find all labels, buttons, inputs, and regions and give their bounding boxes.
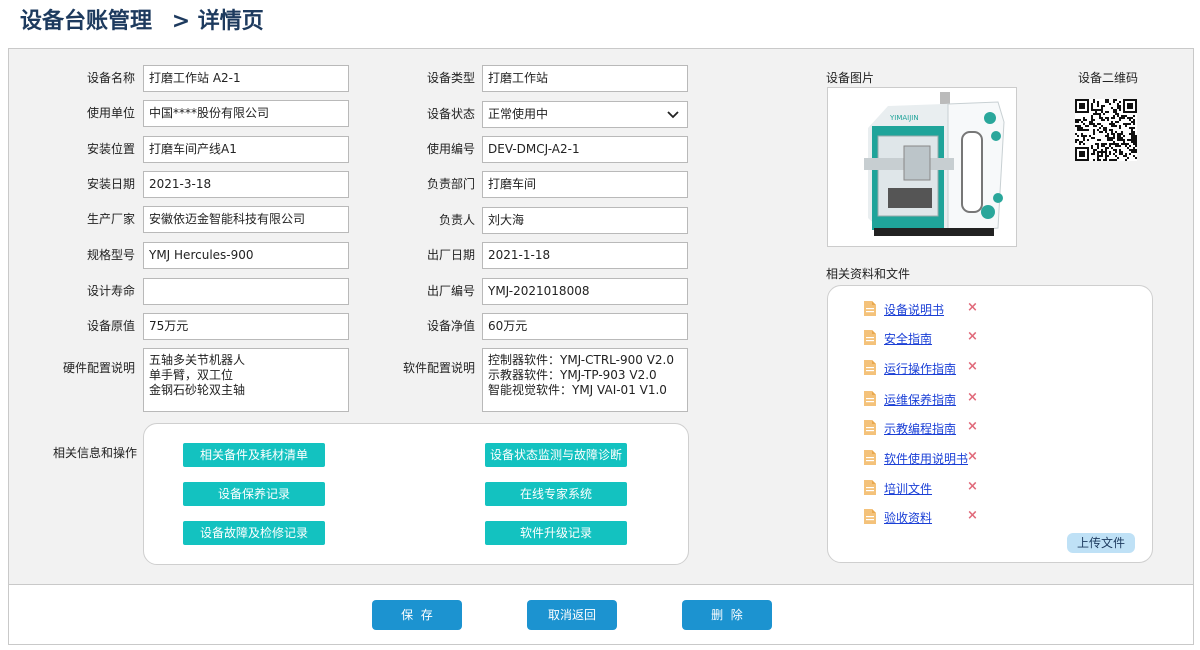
file-link[interactable]: 运维保养指南 [884,391,956,408]
label-original-value: 设备原值 [86,319,135,333]
document-icon [864,301,876,319]
delete-icon[interactable]: × [967,300,978,315]
label-device-name: 设备名称 [86,71,135,85]
spare-parts-button[interactable]: 相关备件及耗材清单 [183,443,325,467]
label-device-type: 设备类型 [426,71,475,85]
related-actions-box: 相关备件及耗材清单 设备保养记录 设备故障及检修记录 设备状态监测与故障诊断 在… [143,423,689,565]
document-icon [864,360,876,378]
software-line: 示教器软件：YMJ-TP-903 V2.0 [488,368,657,382]
breadcrumb-separator: > [171,9,191,34]
user-unit-field[interactable]: 中国****股份有限公司 [143,100,349,127]
file-link[interactable]: 软件使用说明书 [884,450,968,467]
document-icon [864,509,876,527]
device-image: YIMAIJIN [827,87,1017,247]
label-responsible-person: 负责人 [438,213,475,227]
use-number-field[interactable]: DEV-DMCJ-A2-1 [482,136,688,163]
expert-system-button[interactable]: 在线专家系统 [485,482,627,506]
file-link[interactable]: 运行操作指南 [884,360,956,377]
software-line: 控制器软件：YMJ-CTRL-900 V2.0 [488,353,674,367]
device-brand-text: YIMAIJIN [889,114,919,122]
upload-file-button[interactable]: 上传文件 [1067,533,1135,553]
install-location-field[interactable]: 打磨车间产线A1 [143,136,349,163]
delete-icon[interactable]: × [967,508,978,523]
delete-icon[interactable]: × [967,449,978,464]
qr-code-image [1075,99,1137,161]
label-hardware-config: 硬件配置说明 [62,361,135,375]
net-value-field[interactable]: 60万元 [482,313,688,340]
file-link[interactable]: 示教编程指南 [884,420,956,437]
hardware-line: 单手臂，双工位 [149,368,234,382]
page-title: 设备台账管理 [20,9,153,34]
fault-repair-record-button[interactable]: 设备故障及检修记录 [183,521,325,545]
hardware-line: 五轴多关节机器人 [149,353,246,367]
status-monitoring-button[interactable]: 设备状态监测与故障诊断 [485,443,627,467]
document-icon [864,330,876,348]
factory-number-field[interactable]: YMJ-2021018008 [482,278,688,305]
responsible-person-field[interactable]: 刘大海 [482,207,688,234]
file-link[interactable]: 培训文件 [884,480,932,497]
device-status-select[interactable]: 正常使用中 [482,101,688,128]
manufacturer-field[interactable]: 安徽依迈金智能科技有限公司 [143,206,349,233]
file-link[interactable]: 验收资料 [884,509,932,526]
files-section-label: 相关资料和文件 [826,267,911,281]
label-software-config: 软件配置说明 [402,361,475,375]
delete-button[interactable]: 删 除 [682,600,772,630]
file-link[interactable]: 设备说明书 [884,301,944,318]
device-name-field[interactable]: 打磨工作站 A2-1 [143,65,349,92]
label-factory-number: 出厂编号 [426,284,475,298]
label-factory-date: 出厂日期 [426,248,475,262]
document-icon [864,450,876,468]
original-value-field[interactable]: 75万元 [143,313,349,340]
label-install-date: 安装日期 [86,177,135,191]
model-field[interactable]: YMJ Hercules-900 [143,242,349,269]
page-header: 设备台账管理 > 详情页 [20,6,264,38]
delete-icon[interactable]: × [967,329,978,344]
label-use-number: 使用编号 [426,142,475,156]
document-icon [864,480,876,498]
related-info-label: 相关信息和操作 [53,446,138,460]
label-manufacturer: 生产厂家 [86,212,135,226]
install-date-field[interactable]: 2021-3-18 [143,171,349,198]
software-line: 智能视觉软件：YMJ VAI-01 V1.0 [488,383,667,397]
page-subtitle: 详情页 [197,9,264,34]
footer-actions: 保 存 取消返回 删 除 [8,585,1194,645]
label-device-status: 设备状态 [426,107,475,121]
design-life-field[interactable] [143,278,349,305]
label-user-unit: 使用单位 [86,106,135,120]
hardware-config-field[interactable]: 五轴多关节机器人 单手臂，双工位 金钢石砂轮双主轴 [143,348,349,412]
delete-icon[interactable]: × [967,419,978,434]
hardware-line: 金钢石砂轮双主轴 [149,383,246,397]
factory-date-field[interactable]: 2021-1-18 [482,242,688,269]
device-status-value: 正常使用中 [488,107,549,121]
document-icon [864,391,876,409]
software-config-field[interactable]: 控制器软件：YMJ-CTRL-900 V2.0 示教器软件：YMJ-TP-903… [482,348,688,412]
label-responsible-dept: 负责部门 [426,177,475,191]
delete-icon[interactable]: × [967,390,978,405]
cancel-return-button[interactable]: 取消返回 [527,600,617,630]
label-design-life: 设计寿命 [86,284,135,298]
chevron-down-icon [667,102,679,127]
delete-icon[interactable]: × [967,479,978,494]
qr-code-label: 设备二维码 [1078,71,1139,85]
delete-icon[interactable]: × [967,359,978,374]
document-icon [864,420,876,438]
save-button[interactable]: 保 存 [372,600,462,630]
device-image-label: 设备图片 [826,71,875,85]
label-install-location: 安装位置 [86,142,135,156]
label-model: 规格型号 [86,248,135,262]
label-net-value: 设备净值 [426,319,475,333]
detail-panel: 设备名称 打磨工作站 A2-1 使用单位 中国****股份有限公司 安装位置 打… [8,48,1194,585]
file-link[interactable]: 安全指南 [884,330,932,347]
responsible-dept-field[interactable]: 打磨车间 [482,171,688,198]
maintenance-record-button[interactable]: 设备保养记录 [183,482,325,506]
device-type-field[interactable]: 打磨工作站 [482,65,688,92]
software-upgrade-button[interactable]: 软件升级记录 [485,521,627,545]
